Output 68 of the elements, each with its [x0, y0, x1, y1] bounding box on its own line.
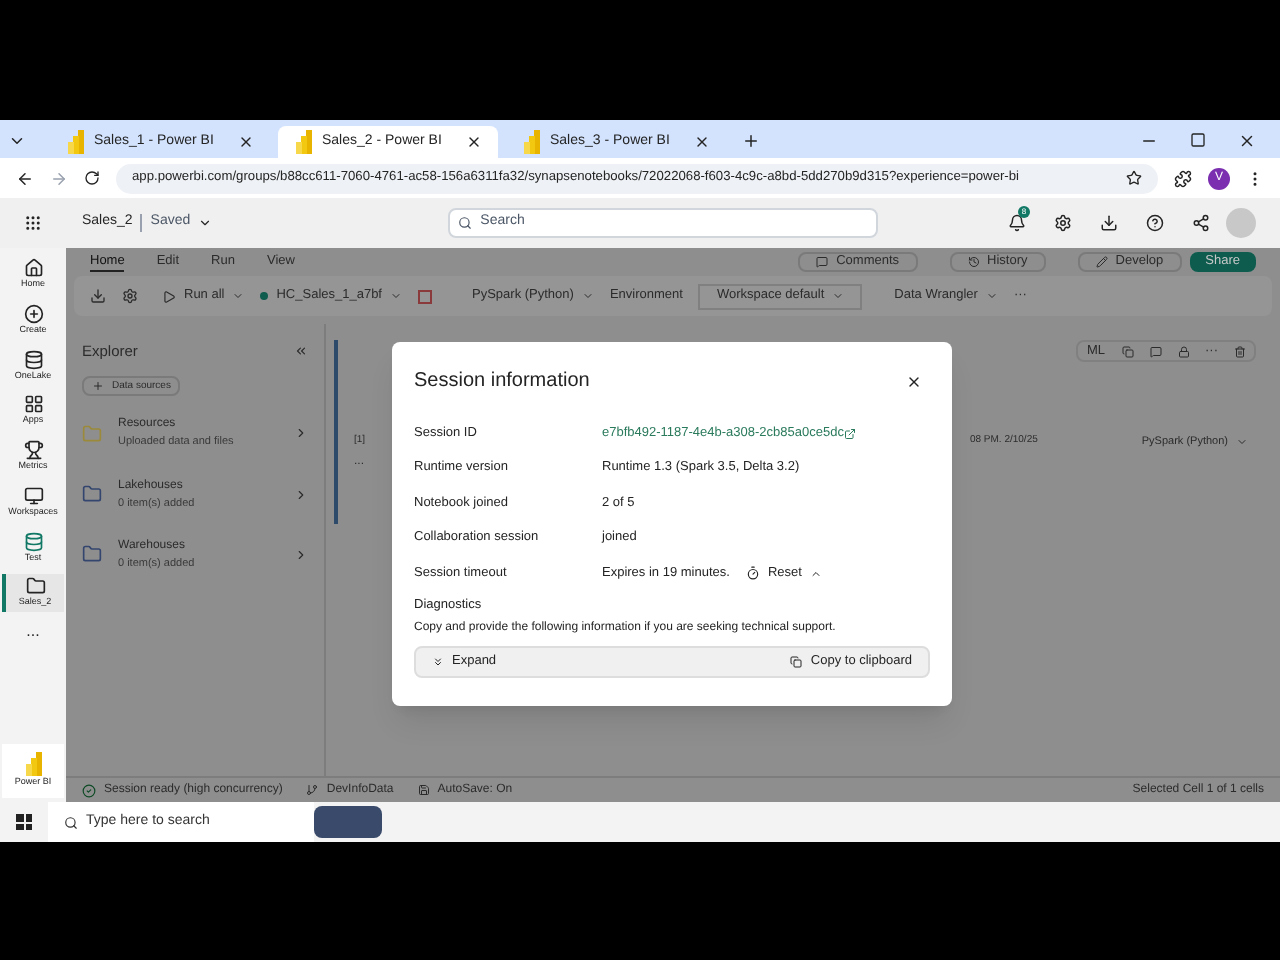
timer-icon — [745, 566, 760, 581]
maximize-icon[interactable] — [1190, 132, 1206, 148]
close-tab-icon[interactable] — [694, 134, 710, 150]
history-icon — [967, 256, 980, 268]
nav-icon — [23, 303, 43, 324]
nav-icon — [23, 349, 43, 369]
start-icon[interactable] — [16, 814, 32, 830]
nav-icon — [23, 394, 43, 415]
save-icon — [417, 784, 430, 796]
caret-icon — [232, 290, 245, 302]
branch-icon — [306, 784, 319, 796]
external-link-icon — [843, 427, 856, 440]
folder-icon — [82, 484, 102, 505]
chevron-icon — [294, 426, 308, 441]
power-bi-logo-icon — [23, 752, 43, 777]
close-window-icon[interactable] — [1238, 132, 1256, 150]
nav-icon — [23, 440, 43, 460]
dialog-title: Session information — [414, 368, 590, 396]
chevron-icon — [294, 487, 308, 502]
more-nav[interactable]: ... — [26, 620, 40, 644]
ready-check-icon — [82, 783, 96, 797]
close-icon[interactable] — [906, 373, 922, 389]
reload-icon[interactable] — [84, 170, 100, 186]
caret-icon — [809, 567, 822, 580]
power-bi-logo-icon — [294, 130, 314, 154]
caret-icon[interactable] — [198, 216, 213, 230]
caret-icon — [581, 290, 594, 302]
nav-icon — [23, 485, 43, 506]
pencil-icon — [1095, 256, 1108, 268]
forward-icon[interactable] — [50, 169, 68, 187]
bookmark-star-icon[interactable] — [1126, 170, 1142, 186]
notifications-icon[interactable] — [1008, 214, 1026, 232]
help-icon[interactable] — [1146, 214, 1164, 232]
close-tab-icon[interactable] — [238, 134, 254, 150]
play-icon — [162, 289, 176, 303]
collapse-icon[interactable] — [294, 344, 308, 359]
folder-icon — [82, 544, 102, 565]
extensions-icon[interactable] — [1174, 169, 1192, 187]
comment-icon[interactable] — [1149, 345, 1161, 357]
settings-icon[interactable] — [1054, 214, 1072, 232]
stop-icon[interactable] — [418, 289, 432, 303]
caret-icon — [832, 290, 845, 302]
caret-icon — [1236, 436, 1248, 449]
search-icon — [458, 216, 473, 230]
nav-icon — [23, 531, 43, 551]
chevron-icon — [294, 547, 308, 562]
back-icon[interactable] — [16, 169, 34, 187]
search-icon — [64, 815, 78, 829]
nav-icon — [25, 576, 45, 597]
close-tab-icon[interactable] — [466, 134, 482, 150]
plus-icon — [92, 380, 104, 393]
comment-icon — [816, 256, 829, 268]
search-highlight-drawing — [314, 806, 382, 838]
power-bi-logo-icon — [522, 130, 542, 154]
app-launcher-icon[interactable] — [24, 214, 42, 232]
new-tab-icon[interactable] — [742, 132, 760, 150]
share-icon[interactable] — [1192, 214, 1210, 232]
caret-icon — [390, 290, 402, 302]
copy-icon — [790, 656, 803, 669]
delete-icon[interactable] — [1234, 345, 1246, 357]
nav-icon — [23, 258, 43, 278]
copy-icon[interactable] — [1121, 345, 1133, 357]
download-icon[interactable] — [1100, 214, 1118, 232]
lock-icon[interactable] — [1177, 345, 1189, 357]
tab-list-icon[interactable] — [8, 132, 26, 150]
caret-icon — [985, 290, 998, 302]
power-bi-logo-icon — [66, 130, 86, 154]
folder-icon — [82, 423, 102, 444]
